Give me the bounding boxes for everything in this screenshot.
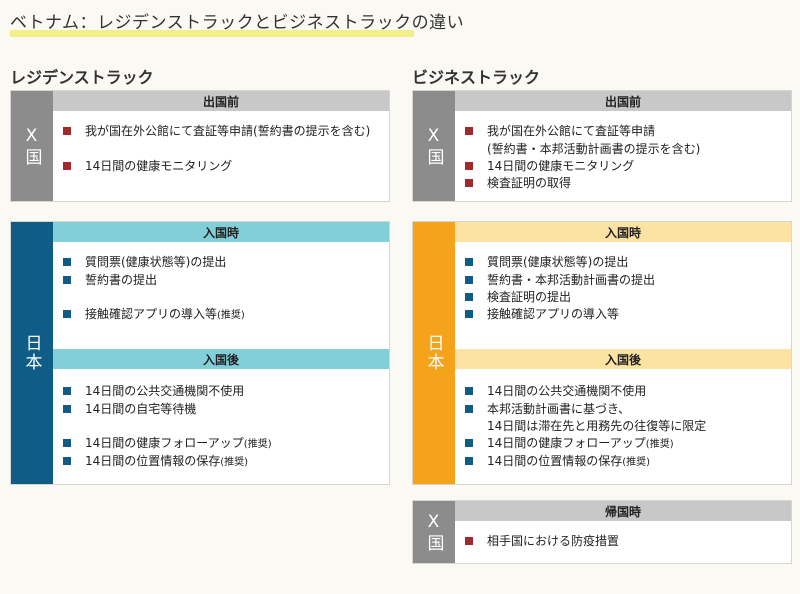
recommended-note: (推奨) [645,439,674,450]
residence-japan-box: 日本 入国時 質問票(健康状態等)の提出 誓約書の提出 接触確認アプリの導入等(… [10,221,390,485]
residence-japan-side: 日本 [11,222,53,484]
bullet-icon [465,258,473,266]
bullet-icon [465,293,473,301]
bullet-icon [465,162,473,170]
recommended-note: (推奨) [220,457,249,468]
bullet-icon [465,310,473,318]
bullet-icon [465,276,473,284]
business-departure-box: X国 出国前 我が国在外公館にて査証等申請 (誓約書・本邦活動計画書の提示を含む… [412,90,792,202]
bullet-icon [63,387,71,395]
bullet-icon [465,439,473,447]
residence-departure-side: X国 [11,91,53,201]
recommended-note: (推奨) [622,457,651,468]
bullet-icon [63,127,71,135]
residence-before-departure-header: 出国前 [53,91,389,111]
japan-label: 日本 [21,334,42,372]
business-entry-header: 入国時 [455,222,791,242]
business-departure-side: X国 [413,91,455,201]
business-before-departure-header: 出国前 [455,91,791,111]
residence-track-heading: レジデンストラック [10,68,154,87]
business-japan-box: 日本 入国時 質問票(健康状態等)の提出 誓約書・本邦活動計画書の提出 検査証明… [412,221,792,485]
bullet-icon [63,439,71,447]
residence-after-entry-header: 入国後 [53,349,389,369]
business-track-heading: ビジネストラック [412,68,541,87]
country-x-label: X国 [21,125,42,167]
bullet-icon [465,457,473,465]
bullet-icon [63,405,71,413]
recommended-note: (推奨) [243,439,272,450]
residence-departure-box: X国 出国前 我が国在外公館にて査証等申請(誓約書の提示を含む) 14日間の健康… [10,90,390,202]
business-after-entry-header: 入国後 [455,349,791,369]
bullet-icon [63,457,71,465]
bullet-icon [63,276,71,284]
bullet-icon [465,387,473,395]
business-return-box: X国 帰国時 相手国における防疫措置 [412,500,792,564]
japan-label: 日本 [423,334,444,372]
bullet-icon [465,179,473,187]
country-x-label: X国 [423,125,444,167]
business-return-side: X国 [413,501,455,563]
residence-entry-header: 入国時 [53,222,389,242]
business-japan-side: 日本 [413,222,455,484]
business-return-header: 帰国時 [455,501,791,521]
bullet-icon [63,258,71,266]
bullet-icon [465,127,473,135]
bullet-icon [465,405,473,413]
recommended-note: (推奨) [217,310,245,321]
bullet-icon [465,537,473,545]
bullet-icon [63,310,71,318]
bullet-icon [63,162,71,170]
country-x-label: X国 [423,511,444,553]
title-highlight [10,30,414,37]
